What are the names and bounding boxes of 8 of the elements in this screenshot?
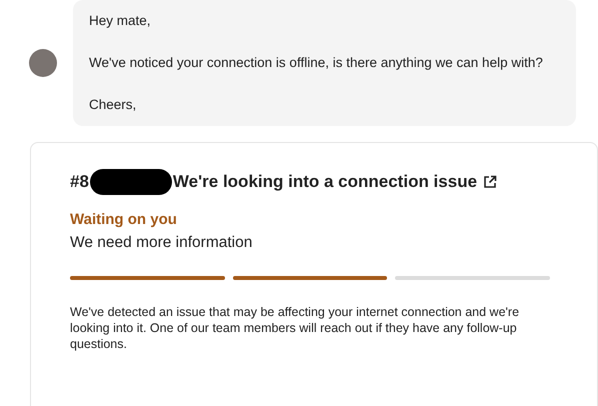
message-text: Hey mate,	[89, 12, 152, 30]
message-text: Cheers,	[89, 96, 138, 114]
ticket-title[interactable]: We're looking into a connection issue	[172, 172, 478, 192]
ticket-description: We've detected an issue that may be affecting your internet connection and we're looking into it. One of our team members will reach out if they have any follow-up questions.	[70, 304, 520, 352]
message-text: We've noticed your connection is offline, is there anything we can help with?	[89, 54, 544, 72]
status-label: Waiting on you	[70, 211, 178, 228]
status-detail: We need more information	[70, 234, 254, 252]
ticket-number: #8	[70, 172, 89, 192]
